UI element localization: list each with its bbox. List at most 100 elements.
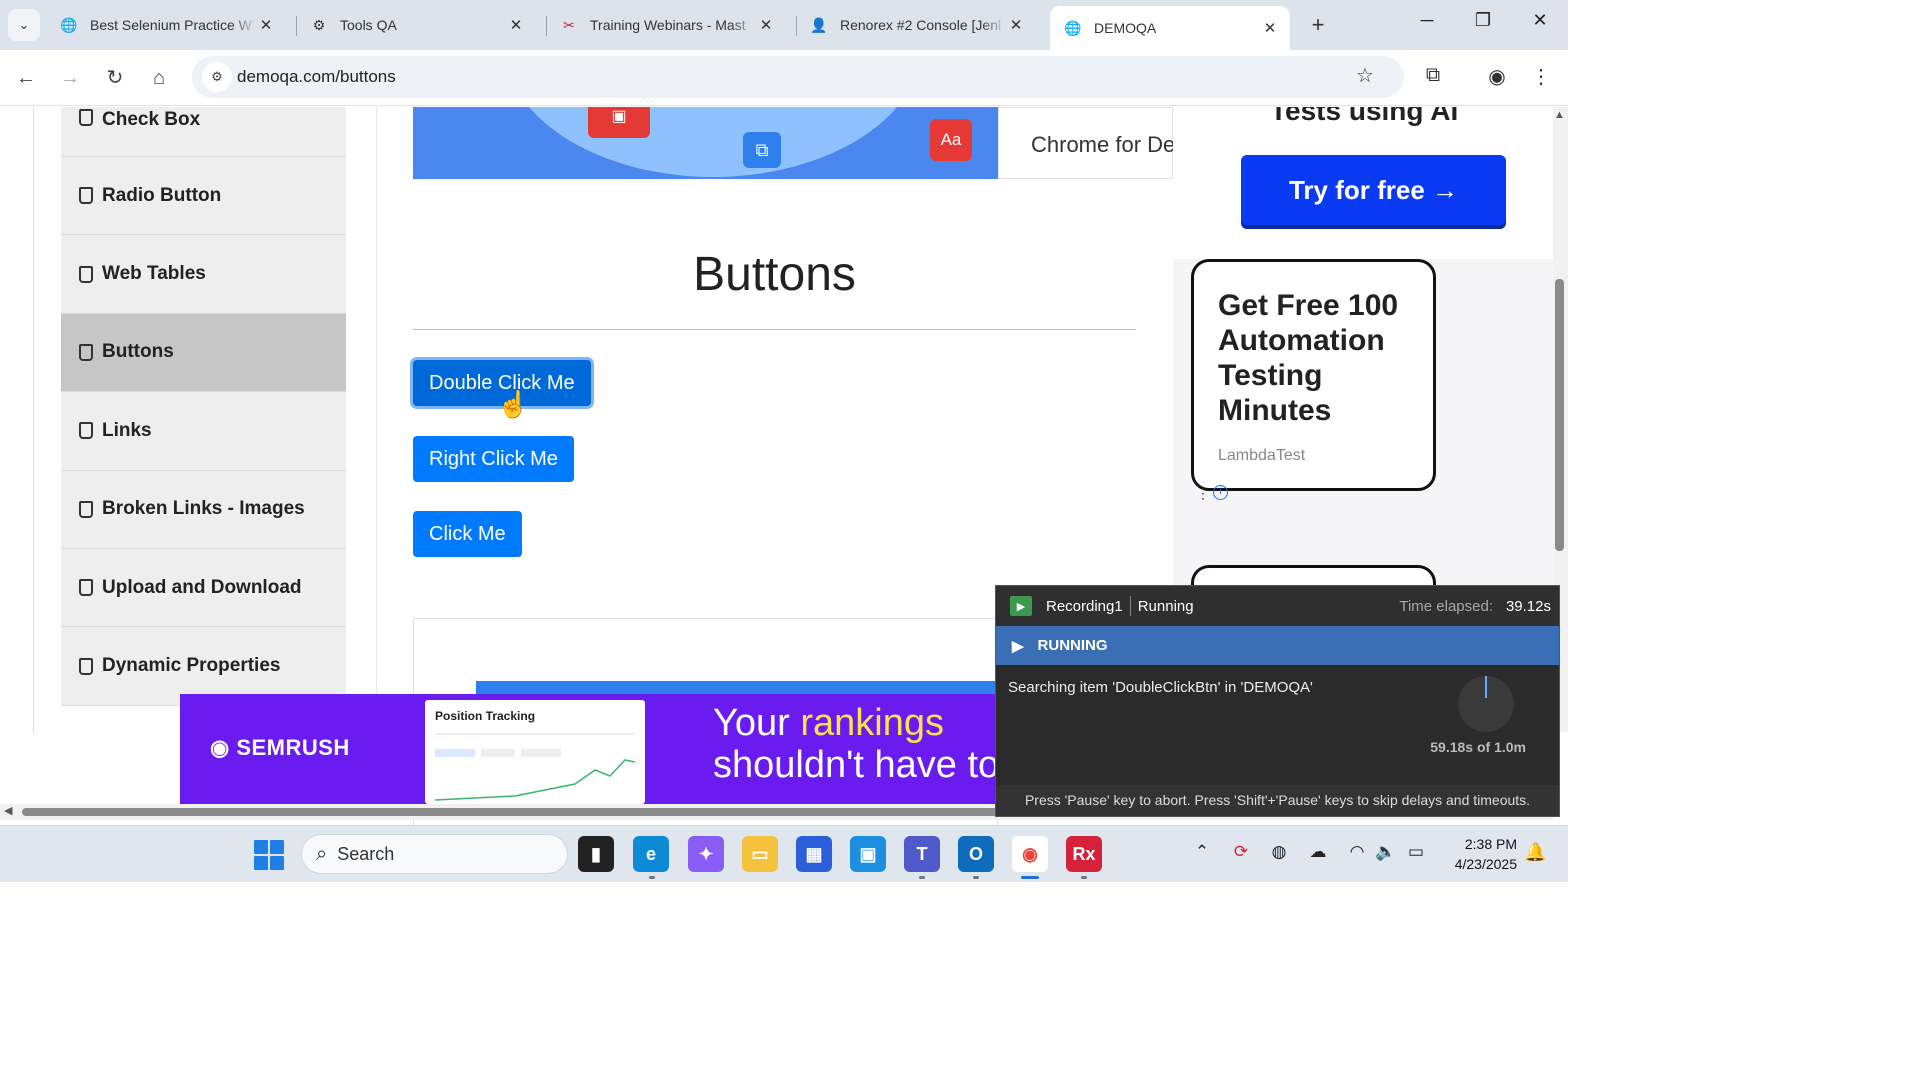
chrome-icon[interactable]: ◉ [1012, 836, 1048, 872]
position-tracking-screenshot: Position Tracking [425, 700, 645, 804]
semrush-headline: Your rankings shouldn't have to [713, 702, 999, 786]
chrome-ad-text: Chrome for De [1031, 132, 1176, 157]
close-tab-icon[interactable]: ✕ [256, 16, 276, 34]
tab-renorex-console[interactable]: 👤 Renorex #2 Console [Jenl ✕ [796, 6, 1036, 44]
sync-icon[interactable]: ⟳ [1229, 842, 1253, 862]
minimize-icon[interactable]: ─ [1412, 10, 1442, 31]
sidebar-item-label: Check Box [102, 109, 201, 130]
tab-demoqa[interactable]: 🌐 DEMOQA ✕ [1050, 6, 1290, 50]
close-tab-icon[interactable]: ✕ [1260, 19, 1280, 37]
extensions-icon[interactable]: ⧉ [1419, 64, 1447, 87]
wifi-icon[interactable]: ◠ [1345, 842, 1369, 862]
sidebar-item-label: Broken Links - Images [102, 498, 305, 520]
back-icon[interactable]: ← [12, 64, 40, 92]
tab-title: Training Webinars - Mast [590, 17, 746, 33]
title-divider [413, 329, 1136, 330]
restore-icon[interactable]: ❐ [1468, 10, 1498, 31]
profile-icon[interactable]: ◉ [1483, 64, 1511, 89]
html5-icon [79, 109, 93, 126]
volume-icon[interactable]: 🔈 [1374, 842, 1398, 862]
close-window-icon[interactable]: ✕ [1525, 10, 1555, 31]
clock-time: 2:38 PM [1464, 836, 1517, 852]
chevron-down-icon: ⌄ [18, 17, 30, 32]
run-state-bar: ▶ RUNNING [996, 626, 1559, 665]
sidebar-item-broken-links[interactable]: Broken Links - Images [61, 470, 346, 549]
lambdatest-ad-title: Get Free 100 Automation Testing Minutes [1218, 289, 1399, 427]
right-click-button[interactable]: Right Click Me [413, 436, 574, 482]
html5-icon [79, 500, 93, 518]
click-me-button[interactable]: Click Me [413, 511, 522, 557]
semrush-logo-text: SEMRUSH [236, 735, 350, 760]
globe-icon: 🌐 [1064, 19, 1082, 36]
sidebar-item-check-box[interactable]: Check Box [61, 107, 346, 157]
show-hidden-icons[interactable]: ⌃ [1190, 842, 1214, 862]
sidebar-item-web-tables[interactable]: Web Tables [61, 235, 346, 314]
bookmark-star-icon[interactable]: ☆ [1356, 63, 1374, 88]
system-clock[interactable]: 2:38 PM 4/23/2025 [1443, 834, 1517, 874]
html5-icon [79, 422, 93, 440]
taskbar-search[interactable]: ⌕ Search [301, 834, 568, 874]
top-ad-banner[interactable]: ▣ ⧉ Aa [413, 107, 998, 179]
tab-title: DEMOQA [1094, 20, 1157, 36]
clock-date: 4/23/2025 [1454, 856, 1517, 872]
html5-icon [79, 657, 93, 675]
tab-training-webinars[interactable]: ✂ Training Webinars - Mast ✕ [546, 6, 786, 44]
elements-menu: Check Box Radio Button Web Tables Button… [61, 107, 346, 706]
vpn-icon[interactable]: ◍ [1267, 842, 1291, 862]
semrush-ad[interactable]: ◉ SEMRUSH Position Tracking Your ranking… [180, 694, 1000, 804]
scroll-up-icon[interactable]: ▲ [1554, 109, 1565, 121]
sidebar-item-label: Web Tables [102, 263, 206, 285]
running-indicator [1081, 876, 1087, 879]
teams-icon[interactable]: T [904, 836, 940, 872]
ranorex-icon[interactable]: Rx [1066, 836, 1102, 872]
outlook-icon[interactable]: O [958, 836, 994, 872]
sidebar-item-label: Upload and Download [102, 576, 302, 598]
recording-icon: ▶ [1010, 596, 1032, 616]
search-message: Searching item 'DoubleClickBtn' in 'DEMO… [1008, 679, 1313, 696]
reload-icon[interactable]: ↻ [101, 64, 129, 92]
sidebar-item-buttons[interactable]: Buttons [61, 313, 346, 393]
task-view-icon[interactable]: ▮ [578, 836, 614, 872]
tab-tools-qa[interactable]: ⚙ Tools QA ✕ [296, 6, 536, 44]
edge-icon[interactable]: e [633, 836, 669, 872]
lambdatest-ad-card[interactable]: Get Free 100 Automation Testing Minutes … [1191, 259, 1436, 491]
forward-icon[interactable]: → [56, 64, 84, 92]
timeout-dial-icon [1458, 676, 1514, 732]
scroll-left-icon[interactable]: ◀ [4, 804, 12, 817]
sidebar-item-radio-button[interactable]: Radio Button [61, 157, 346, 236]
running-indicator [649, 876, 655, 879]
try-for-free-button[interactable]: Try for free → [1241, 155, 1506, 225]
close-tab-icon[interactable]: ✕ [506, 16, 526, 34]
notification-bell-icon[interactable]: 🔔 [1524, 842, 1546, 863]
sidebar-item-upload-download[interactable]: Upload and Download [61, 548, 346, 628]
chrome-ad[interactable]: Chrome for De [998, 107, 1176, 179]
tab-selenium-practice[interactable]: 🌐 Best Selenium Practice W ✕ [46, 6, 286, 44]
ad-info-icon[interactable]: i [1213, 485, 1228, 500]
onedrive-icon[interactable]: ☁ [1306, 842, 1330, 862]
headline-part-2: shouldn't have to [713, 744, 1000, 786]
new-tab-button[interactable]: + [1305, 12, 1331, 38]
windows-start-icon[interactable] [254, 840, 284, 870]
scrollbar-thumb[interactable] [1555, 279, 1564, 551]
microsoft-store-icon[interactable]: ▦ [796, 836, 832, 872]
font-icon: Aa [930, 119, 972, 161]
browser-toolbar: ← → ↻ ⌂ ⚙ demoqa.com/buttons ☆ ⧉ ◉ ⋮ [0, 50, 1568, 106]
address-bar[interactable]: ⚙ demoqa.com/buttons [192, 56, 1404, 98]
tab-search-button[interactable]: ⌄ [8, 9, 40, 41]
url-text[interactable]: demoqa.com/buttons [237, 67, 396, 87]
ad-options-icon[interactable]: ⋮ [1196, 485, 1210, 502]
run-state-label: RUNNING [1037, 637, 1108, 654]
sidebar-item-links[interactable]: Links [61, 392, 346, 471]
recording-header: ▶ Recording1 Running Time elapsed: 39.12… [996, 586, 1559, 626]
header-separator [1129, 596, 1131, 616]
battery-icon[interactable]: ▭ [1404, 842, 1428, 862]
home-icon[interactable]: ⌂ [145, 64, 173, 92]
menu-kebab-icon[interactable]: ⋮ [1527, 64, 1555, 89]
remote-desktop-icon[interactable]: ▣ [850, 836, 886, 872]
close-tab-icon[interactable]: ✕ [1006, 16, 1026, 34]
recording-overlay: ▶ Recording1 Running Time elapsed: 39.12… [995, 585, 1560, 817]
close-tab-icon[interactable]: ✕ [756, 16, 776, 34]
site-info-icon[interactable]: ⚙ [202, 62, 232, 92]
file-explorer-icon[interactable]: ▭ [742, 836, 778, 872]
copilot-icon[interactable]: ✦ [688, 836, 724, 872]
